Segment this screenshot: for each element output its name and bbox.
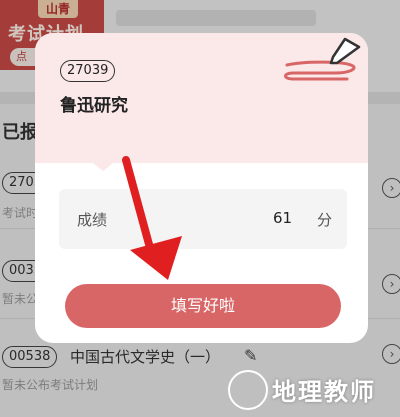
- watermark: 地理教师: [228, 366, 398, 412]
- globe-icon: [228, 370, 268, 410]
- watermark-text: 地理教师: [272, 378, 376, 406]
- red-arrow-icon: [122, 156, 182, 280]
